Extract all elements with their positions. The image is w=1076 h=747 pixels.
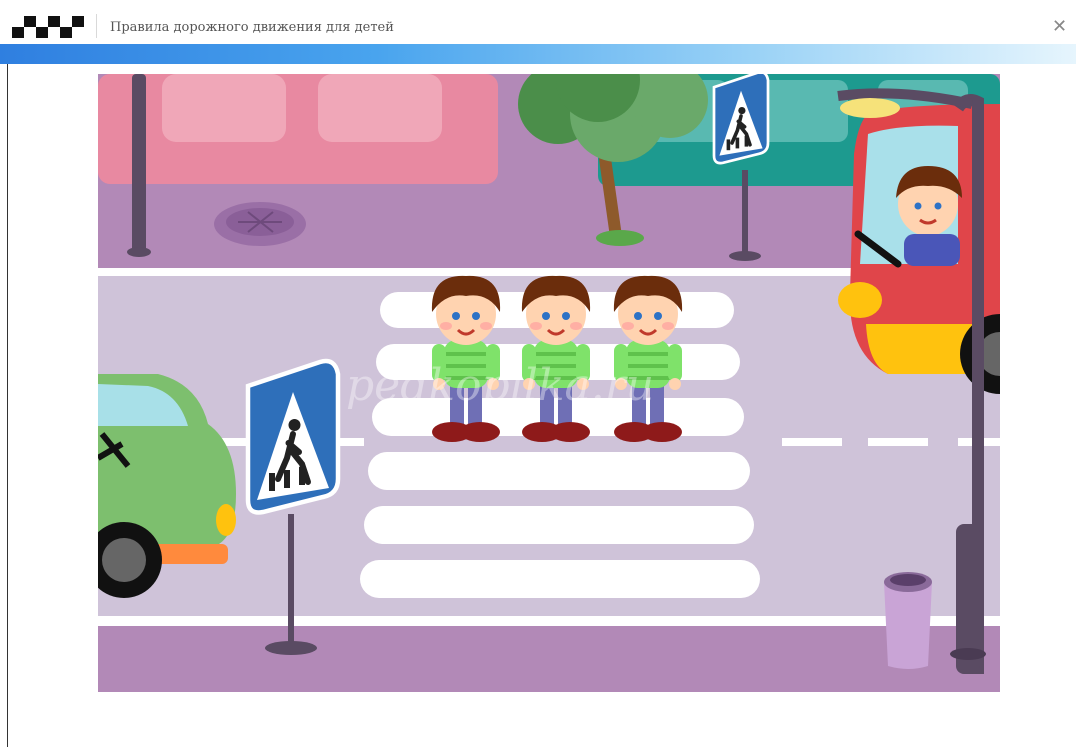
accent-bar (0, 44, 1076, 64)
trash-bin (884, 572, 932, 669)
title-separator (96, 14, 97, 38)
curb-bottom (98, 616, 1000, 626)
road-scene-illustration: pedkopilka.ru (98, 74, 1000, 692)
front-crossing-sign (248, 361, 338, 512)
near-sidewalk (98, 626, 1000, 692)
back-crossing-sign (712, 74, 770, 165)
title-bar: Правила дорожного движения для детей ✕ (0, 0, 1076, 44)
close-button[interactable]: ✕ (1052, 16, 1076, 40)
window-left-border (7, 64, 8, 747)
checkered-flag-icon (12, 16, 84, 38)
back-lamp-post (132, 74, 146, 252)
window-title: Правила дорожного движения для детей (110, 20, 394, 35)
crosswalk-illustration: pedkopilka.ru (98, 74, 1000, 692)
close-icon: ✕ (1052, 16, 1068, 37)
watermark-text: pedkopilka.ru (346, 360, 654, 411)
